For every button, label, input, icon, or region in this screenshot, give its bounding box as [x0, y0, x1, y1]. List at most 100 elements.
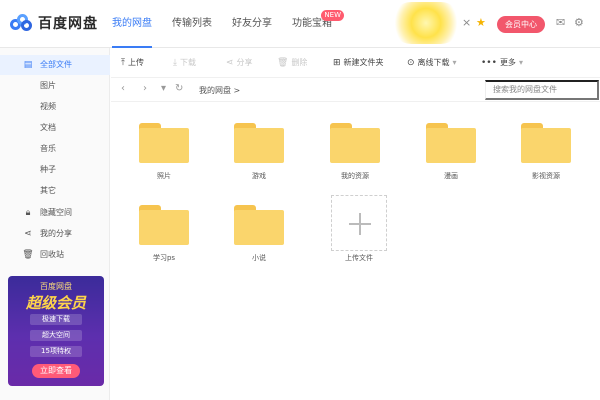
vip-center-button[interactable]: 会员中心 [497, 16, 545, 33]
sidebar-item-my-shares[interactable]: ⋖ 我的分享 [0, 224, 110, 244]
sidebar-item-images[interactable]: 图片 [0, 76, 110, 96]
promo-feature: 超大空间 [30, 330, 82, 341]
more-label: 更多 [499, 58, 516, 67]
promo-title: 超级会员 [25, 294, 86, 312]
top-header: 百度网盘 我的网盘 传输列表 好友分享 功能宝箱 NEW × ★ 会员中心 ✉ … [0, 0, 600, 48]
close-icon[interactable]: × [462, 16, 471, 29]
sidebar-item-label: 全部文件 [40, 60, 72, 69]
more-button[interactable]: ••• 更多 ▾ [481, 48, 523, 78]
sidebar-item-label: 种子 [40, 165, 56, 174]
super-vip-promo-banner[interactable]: 百度网盘 超级会员 极速下载 超大空间 15项特权 立即查看 [8, 276, 104, 386]
tab-transfer-list[interactable]: 传输列表 [172, 0, 212, 48]
search-input[interactable] [485, 80, 599, 100]
folder-item[interactable]: 影视资源 [511, 123, 581, 195]
promo-feature: 15项特权 [30, 346, 82, 357]
offline-download-icon: ⊙ [407, 58, 415, 68]
dropdown-caret-icon: ▾ [452, 58, 457, 67]
folder-item[interactable]: 小说 [224, 205, 294, 277]
dropdown-history-icon[interactable]: ▾ [161, 83, 166, 94]
breadcrumb[interactable]: 我的网盘 > [199, 85, 240, 96]
folder-icon [234, 205, 284, 245]
share-button[interactable]: ⋖ 分享 [226, 48, 253, 78]
file-toolbar: ⤒ 上传 ⤓ 下载 ⋖ 分享 🗑︎ 删除 ⊞ 新建文件夹 ⊙ 离线下载 ▾ ••• 更多 ▾ [111, 48, 600, 78]
promo-sparkle-decoration [390, 2, 462, 44]
mail-icon[interactable]: ✉ [556, 16, 565, 29]
promo-brand: 百度网盘 [40, 282, 72, 291]
folder-name: 漫画 [444, 172, 458, 180]
plus-icon [331, 195, 387, 251]
sidebar-item-recycle-bin[interactable]: 🗑︎ 回收站 [0, 245, 110, 265]
file-icon: ▤ [23, 60, 33, 70]
download-label: 下载 [179, 58, 196, 67]
sidebar-item-music[interactable]: 音乐 [0, 139, 110, 159]
lock-icon: 🔒︎ [25, 208, 31, 218]
trash-icon: 🗑︎ [22, 250, 34, 260]
dropdown-caret-icon: ▾ [518, 58, 523, 67]
new-folder-button[interactable]: ⊞ 新建文件夹 [333, 48, 384, 78]
path-bar: ‹ › ▾ ↻ 我的网盘 > [111, 78, 600, 102]
sidebar-item-hidden-space[interactable]: 🔒︎ 隐藏空间 [0, 203, 110, 223]
delete-button[interactable]: 🗑︎ 删除 [277, 48, 307, 78]
download-button[interactable]: ⤓ 下载 [173, 48, 196, 78]
forward-icon[interactable]: › [143, 83, 147, 94]
cloud-logo-icon [10, 14, 32, 32]
app-logo[interactable]: 百度网盘 [10, 13, 98, 33]
sidebar: ▤ 全部文件 图片 视频 文档 音乐 种子 其它 🔒︎ 隐藏空间 ⋖ 我的分享 [0, 48, 110, 400]
promo-view-button[interactable]: 立即查看 [32, 364, 80, 378]
baidu-netdisk-window: 百度网盘 我的网盘 传输列表 好友分享 功能宝箱 NEW × ★ 会员中心 ✉ … [0, 0, 600, 400]
more-icon: ••• [481, 58, 497, 68]
sidebar-item-label: 文档 [40, 123, 56, 132]
main-nav: 我的网盘 传输列表 好友分享 功能宝箱 NEW [112, 0, 352, 48]
folder-name: 小说 [252, 254, 266, 262]
tab-my-netdisk[interactable]: 我的网盘 [112, 0, 152, 48]
share-label: 分享 [236, 58, 253, 67]
upload-button[interactable]: ⤒ 上传 [121, 48, 144, 78]
share-icon: ⋖ [226, 58, 234, 68]
folder-item[interactable]: 照片 [129, 123, 199, 195]
upload-label: 上传 [127, 58, 144, 67]
folder-name: 学习ps [152, 254, 176, 262]
sidebar-item-torrents[interactable]: 种子 [0, 160, 110, 180]
logo-text: 百度网盘 [38, 16, 98, 32]
offline-download-button[interactable]: ⊙ 离线下载 ▾ [407, 48, 457, 78]
folder-item[interactable]: 游戏 [224, 123, 294, 195]
sidebar-item-videos[interactable]: 视频 [0, 97, 110, 117]
folder-icon [426, 123, 476, 163]
share-icon: ⋖ [24, 229, 32, 239]
folder-name: 游戏 [252, 172, 266, 180]
new-badge: NEW [321, 10, 344, 21]
sidebar-item-all-files[interactable]: ▤ 全部文件 [0, 55, 110, 75]
folder-name: 照片 [157, 172, 171, 180]
sidebar-item-label: 音乐 [40, 144, 56, 153]
folder-item[interactable]: 漫画 [416, 123, 486, 195]
star-icon[interactable]: ★ [476, 16, 486, 29]
sidebar-item-label: 图片 [40, 81, 56, 90]
folder-name: 影视资源 [532, 172, 560, 180]
back-icon[interactable]: ‹ [121, 83, 125, 94]
new-folder-label: 新建文件夹 [343, 58, 384, 67]
promo-feature: 极速下载 [30, 314, 82, 325]
offline-download-label: 离线下载 [417, 58, 450, 67]
delete-icon: 🗑︎ [277, 58, 289, 68]
sidebar-item-label: 我的分享 [40, 229, 72, 238]
tab-friend-share[interactable]: 好友分享 [232, 0, 272, 48]
folder-item[interactable]: 学习ps [129, 205, 199, 277]
folder-icon [139, 205, 189, 245]
sidebar-item-label: 视频 [40, 102, 56, 111]
sidebar-item-other[interactable]: 其它 [0, 181, 110, 201]
sidebar-item-label: 其它 [40, 186, 56, 195]
refresh-icon[interactable]: ↻ [175, 83, 183, 94]
folder-icon [521, 123, 571, 163]
upload-icon: ⤒ [121, 58, 125, 68]
upload-file-tile[interactable]: 上传文件 [324, 195, 394, 267]
folder-icon [330, 123, 380, 163]
download-icon: ⤓ [173, 58, 177, 68]
new-folder-icon: ⊞ [333, 58, 341, 68]
folder-item[interactable]: 我的资源 [320, 123, 390, 195]
settings-icon[interactable]: ⚙ [574, 16, 584, 29]
folder-icon [139, 123, 189, 163]
upload-file-label: 上传文件 [345, 254, 373, 262]
sidebar-item-documents[interactable]: 文档 [0, 118, 110, 138]
tab-feature-box[interactable]: 功能宝箱 NEW [292, 0, 344, 48]
delete-label: 删除 [291, 58, 308, 67]
